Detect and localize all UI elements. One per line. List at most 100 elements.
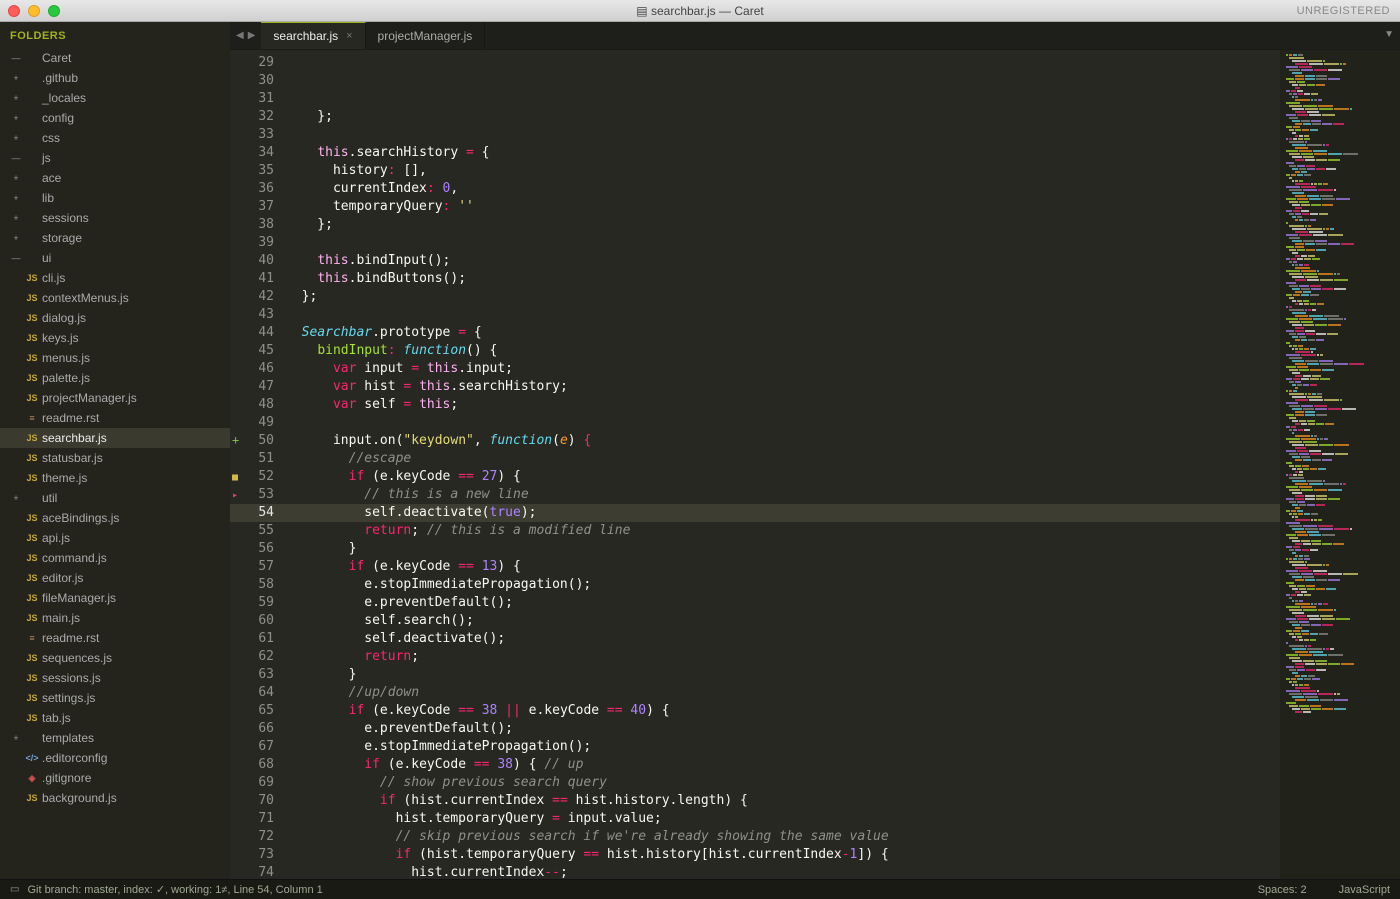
code-editor[interactable]: 2930313233343536373839404142434445464748… [230,50,1400,879]
status-indent[interactable]: Spaces: 2 [1258,884,1307,896]
tree-item-label: css [42,131,60,145]
tree-item-label: util [42,491,57,505]
code-content[interactable]: }; this.searchHistory = { history: [], c… [286,50,1280,879]
tab-bar: ◀ ▶ searchbar.js×projectManager.js ▼ [230,22,1400,50]
tab-projectManager-js[interactable]: projectManager.js [366,22,486,49]
nav-forward-icon[interactable]: ▶ [248,30,256,41]
file-type-icon: JS [22,613,42,623]
folder-templates[interactable]: + templates [0,728,230,748]
file-type-icon: JS [22,513,42,523]
tree-item-label: Caret [42,51,71,65]
tree-item-label: ui [42,251,51,265]
file-.editorconfig[interactable]: </>.editorconfig [0,748,230,768]
file-type-icon: JS [22,453,42,463]
tree-item-label: ace [42,171,61,185]
status-git[interactable]: Git branch: master, index: ✓, working: 1… [27,883,322,896]
tree-item-label: command.js [42,551,107,565]
file-readme.rst[interactable]: ≡readme.rst [0,408,230,428]
file-readme.rst[interactable]: ≡readme.rst [0,628,230,648]
file-projectManager.js[interactable]: JSprojectManager.js [0,388,230,408]
folder-js[interactable]: —js [0,148,230,168]
disclosure-arrow-icon[interactable]: — [10,53,22,63]
tree-item-label: api.js [42,531,70,545]
file-fileManager.js[interactable]: JSfileManager.js [0,588,230,608]
sidebar[interactable]: FOLDERS —Caret+.github+_locales+config+c… [0,22,230,879]
folder-css[interactable]: + css [0,128,230,148]
tab-searchbar-js[interactable]: searchbar.js× [261,22,365,49]
disclosure-arrow-icon[interactable]: + [10,113,22,123]
panel-icon[interactable]: ▭ [10,884,19,895]
folder-util[interactable]: + util [0,488,230,508]
disclosure-arrow-icon[interactable]: — [10,153,22,163]
tree-item-label: fileManager.js [42,591,116,605]
file-tab.js[interactable]: JStab.js [0,708,230,728]
disclosure-arrow-icon[interactable]: + [10,213,22,223]
file-.gitignore[interactable]: ◈.gitignore [0,768,230,788]
nav-back-icon[interactable]: ◀ [236,30,244,41]
tab-close-icon[interactable]: × [346,30,352,42]
tree-item-label: readme.rst [42,411,99,425]
disclosure-arrow-icon[interactable]: + [10,73,22,83]
tree-item-label: cli.js [42,271,65,285]
disclosure-arrow-icon[interactable]: + [10,173,22,183]
tab-history-nav: ◀ ▶ [230,22,261,49]
file-type-icon: JS [22,333,42,343]
disclosure-arrow-icon[interactable]: + [10,193,22,203]
file-sessions.js[interactable]: JSsessions.js [0,668,230,688]
file-type-icon: JS [22,593,42,603]
folder-sessions[interactable]: +sessions [0,208,230,228]
status-language[interactable]: JavaScript [1339,884,1390,896]
file-sequences.js[interactable]: JSsequences.js [0,648,230,668]
disclosure-arrow-icon[interactable]: + [10,733,22,743]
tree-item-label: .gitignore [42,771,91,785]
file-contextMenus.js[interactable]: JScontextMenus.js [0,288,230,308]
minimap[interactable] [1280,50,1400,879]
file-editor.js[interactable]: JSeditor.js [0,568,230,588]
folder-_locales[interactable]: +_locales [0,88,230,108]
file-api.js[interactable]: JSapi.js [0,528,230,548]
tab-overflow-icon[interactable]: ▼ [1384,29,1394,40]
document-icon: ▤ [636,4,647,18]
tree-item-label: aceBindings.js [42,511,119,525]
disclosure-arrow-icon[interactable]: + [10,93,22,103]
tree-item-label: templates [42,731,94,745]
file-type-icon: JS [22,373,42,383]
file-palette.js[interactable]: JSpalette.js [0,368,230,388]
folder-Caret[interactable]: — Caret [0,48,230,68]
file-type-icon: JS [22,553,42,563]
file-searchbar.js[interactable]: JSsearchbar.js [0,428,230,448]
file-keys.js[interactable]: JSkeys.js [0,328,230,348]
file-type-icon: ≡ [22,413,42,423]
file-command.js[interactable]: JScommand.js [0,548,230,568]
file-settings.js[interactable]: JSsettings.js [0,688,230,708]
folder-lib[interactable]: +lib [0,188,230,208]
file-type-icon: JS [22,533,42,543]
file-type-icon: JS [22,433,42,443]
file-statusbar.js[interactable]: JSstatusbar.js [0,448,230,468]
file-type-icon: JS [22,793,42,803]
file-main.js[interactable]: JSmain.js [0,608,230,628]
file-type-icon: JS [22,673,42,683]
gutter[interactable]: 2930313233343536373839404142434445464748… [230,50,286,879]
file-cli.js[interactable]: JScli.js [0,268,230,288]
disclosure-arrow-icon[interactable]: + [10,133,22,143]
folder-storage[interactable]: +storage [0,228,230,248]
tree-item-label: readme.rst [42,631,99,645]
file-menus.js[interactable]: JSmenus.js [0,348,230,368]
tree-item-label: menus.js [42,351,90,365]
file-aceBindings.js[interactable]: JSaceBindings.js [0,508,230,528]
file-dialog.js[interactable]: JSdialog.js [0,308,230,328]
tree-item-label: .github [42,71,78,85]
file-type-icon: JS [22,573,42,583]
file-background.js[interactable]: JSbackground.js [0,788,230,808]
disclosure-arrow-icon[interactable]: — [10,253,22,263]
editor-area: ◀ ▶ searchbar.js×projectManager.js ▼ 293… [230,22,1400,879]
file-theme.js[interactable]: JStheme.js [0,468,230,488]
disclosure-arrow-icon[interactable]: + [10,493,22,503]
tree-item-label: statusbar.js [42,451,103,465]
disclosure-arrow-icon[interactable]: + [10,233,22,243]
folder-.github[interactable]: + .github [0,68,230,88]
folder-config[interactable]: +config [0,108,230,128]
folder-ui[interactable]: — ui [0,248,230,268]
folder-ace[interactable]: + ace [0,168,230,188]
